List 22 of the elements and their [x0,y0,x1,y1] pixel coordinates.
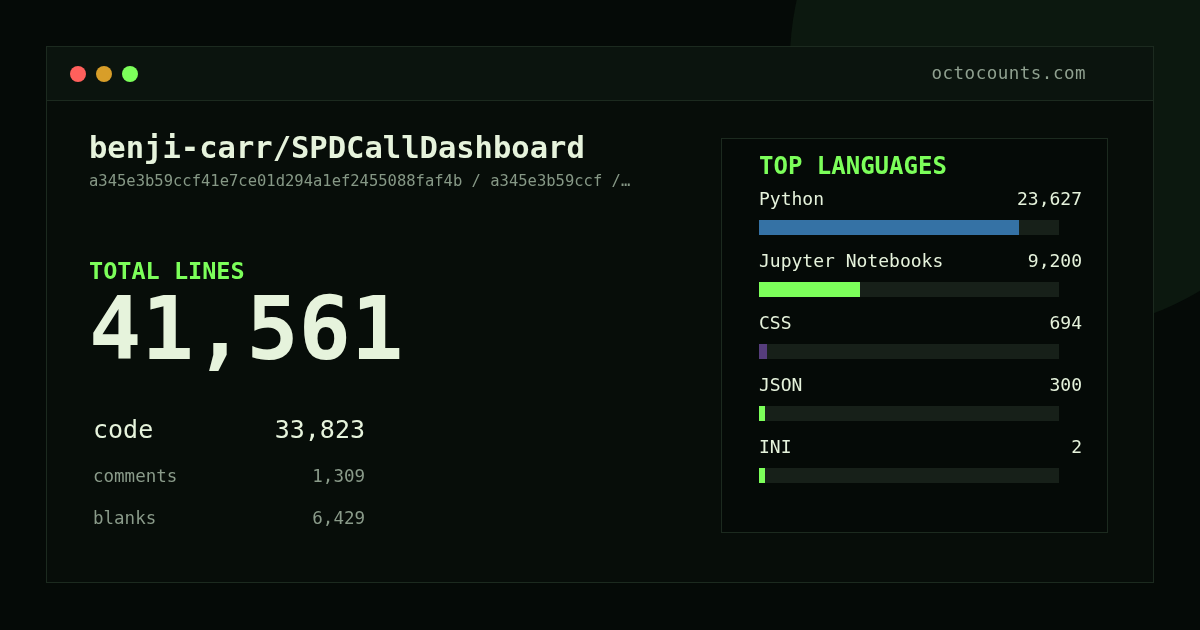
metric-label: code [93,414,154,447]
metric-label: blanks [93,506,157,530]
language-name: INI [759,435,792,459]
language-lines: 9,200 [1027,249,1082,273]
metric-value: 6,429 [312,506,365,530]
language-lines: 300 [1049,373,1082,397]
repo-name: benji-carr/SPDCallDashboard [89,129,586,167]
total-lines-value: 41,561 [89,284,405,374]
metric-label: comments [93,464,178,488]
total-lines-label: TOTAL LINES [89,256,246,286]
metric-value: 33,823 [274,414,365,447]
site-domain: octocounts.com [931,62,1086,86]
language-name: CSS [759,311,792,335]
panel-title: TOP LANGUAGES [759,151,948,181]
language-lines: 694 [1049,311,1082,335]
language-lines: 2 [1071,435,1082,459]
commit-path: a345e3b59ccf41e7ce01d294a1ef2455088faf4b / a345e3b59ccf /… [89,171,632,191]
language-name: JSON [759,373,803,397]
language-name: Python [759,187,825,211]
language-name: Jupyter Notebooks [759,249,944,273]
metric-value: 1,309 [312,464,365,488]
language-lines: 23,627 [1016,187,1082,211]
